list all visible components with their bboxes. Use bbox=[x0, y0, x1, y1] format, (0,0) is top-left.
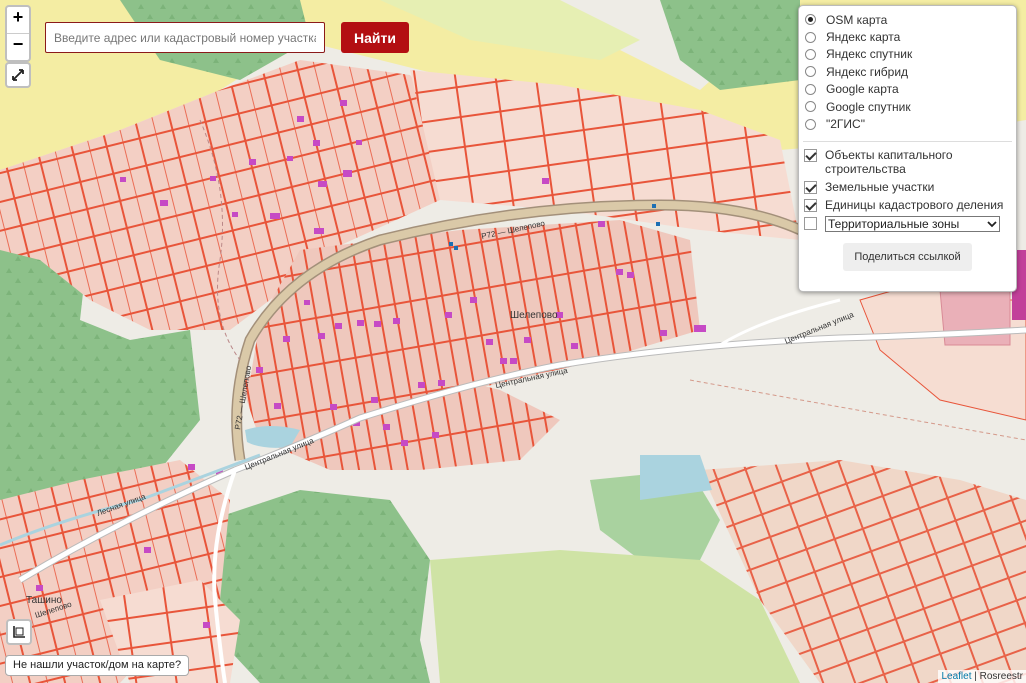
layers-separator bbox=[803, 140, 1012, 142]
base-layer-label: Яндекс гибрид bbox=[826, 64, 909, 79]
forest-south bbox=[210, 490, 430, 683]
checkbox[interactable] bbox=[804, 198, 817, 212]
overlay-label: Единицы кадастрового деления bbox=[825, 197, 1004, 212]
base-layer-google-map[interactable]: Google карта bbox=[803, 81, 1016, 98]
base-layer-google-satellite[interactable]: Google спутник bbox=[803, 98, 1016, 115]
attribution-separator: | bbox=[971, 671, 980, 682]
attribution: Leaflet | Rosreestr bbox=[938, 670, 1026, 683]
marker-point bbox=[652, 204, 656, 208]
place-label-village-sw: Ташино bbox=[26, 595, 62, 606]
base-layer-label: OSM карта bbox=[826, 12, 888, 27]
chevron-down-icon bbox=[987, 221, 997, 228]
leaflet-link[interactable]: Leaflet bbox=[941, 671, 971, 682]
layers-panel: OSM карта Яндекс карта Яндекс спутник Ян… bbox=[798, 5, 1017, 292]
marker-point bbox=[454, 246, 458, 250]
base-layer-yandex-satellite[interactable]: Яндекс спутник bbox=[803, 46, 1016, 63]
not-found-button[interactable]: Не нашли участок/дом на карте? bbox=[5, 655, 190, 676]
ruler-icon bbox=[13, 626, 25, 638]
overlay-land-plots[interactable]: Земельные участки bbox=[803, 180, 1016, 194]
base-layer-label: Google спутник bbox=[826, 99, 911, 114]
overlay-label: Объекты капитального строительства bbox=[825, 147, 953, 176]
radio-button[interactable] bbox=[805, 31, 816, 43]
fullscreen-button[interactable] bbox=[5, 62, 31, 88]
base-layer-osm[interactable]: OSM карта bbox=[803, 11, 1016, 28]
overlay-zones: Территориальные зоны bbox=[803, 215, 1016, 232]
zoom-in-button[interactable]: + bbox=[7, 7, 29, 33]
zones-select-value: Территориальные зоны bbox=[828, 216, 960, 231]
radio-button[interactable] bbox=[805, 66, 816, 78]
base-layer-2gis[interactable]: "2ГИС" bbox=[803, 115, 1016, 132]
base-layer-label: Яндекс карта bbox=[826, 30, 901, 45]
expand-icon bbox=[12, 69, 24, 81]
radio-button[interactable] bbox=[805, 48, 816, 60]
checkbox[interactable] bbox=[804, 148, 817, 162]
checkbox[interactable] bbox=[804, 180, 817, 194]
marker-point bbox=[449, 242, 453, 246]
base-layer-label: "2ГИС" bbox=[826, 117, 865, 132]
attribution-source: Rosreestr bbox=[979, 671, 1023, 682]
zones-select[interactable]: Территориальные зоны bbox=[825, 215, 1000, 232]
radio-button[interactable] bbox=[805, 101, 816, 113]
overlay-label: Земельные участки bbox=[825, 179, 935, 194]
base-layer-label: Яндекс спутник bbox=[826, 47, 913, 62]
base-layer-label: Google карта bbox=[826, 82, 899, 97]
overlay-buildings[interactable]: Объекты капитального строительства bbox=[803, 148, 1016, 176]
checkbox[interactable] bbox=[804, 216, 817, 230]
radio-button[interactable] bbox=[805, 118, 816, 130]
overlay-cadastral-units[interactable]: Единицы кадастрового деления bbox=[803, 198, 1016, 212]
base-layer-yandex-map[interactable]: Яндекс карта bbox=[803, 28, 1016, 45]
marker-point bbox=[656, 222, 660, 226]
zoom-out-button[interactable]: − bbox=[7, 33, 29, 60]
share-link-button[interactable]: Поделиться ссылкой bbox=[843, 243, 972, 271]
draw-tool-button[interactable] bbox=[6, 619, 32, 645]
zoom-control: + − bbox=[5, 5, 31, 62]
place-label-village: Шелепово bbox=[510, 310, 558, 321]
radio-button[interactable] bbox=[805, 14, 816, 26]
search-input[interactable] bbox=[45, 22, 325, 53]
base-layer-yandex-hybrid[interactable]: Яндекс гибрид bbox=[803, 63, 1016, 80]
radio-button[interactable] bbox=[805, 83, 816, 95]
search-button[interactable]: Найти bbox=[341, 22, 409, 53]
